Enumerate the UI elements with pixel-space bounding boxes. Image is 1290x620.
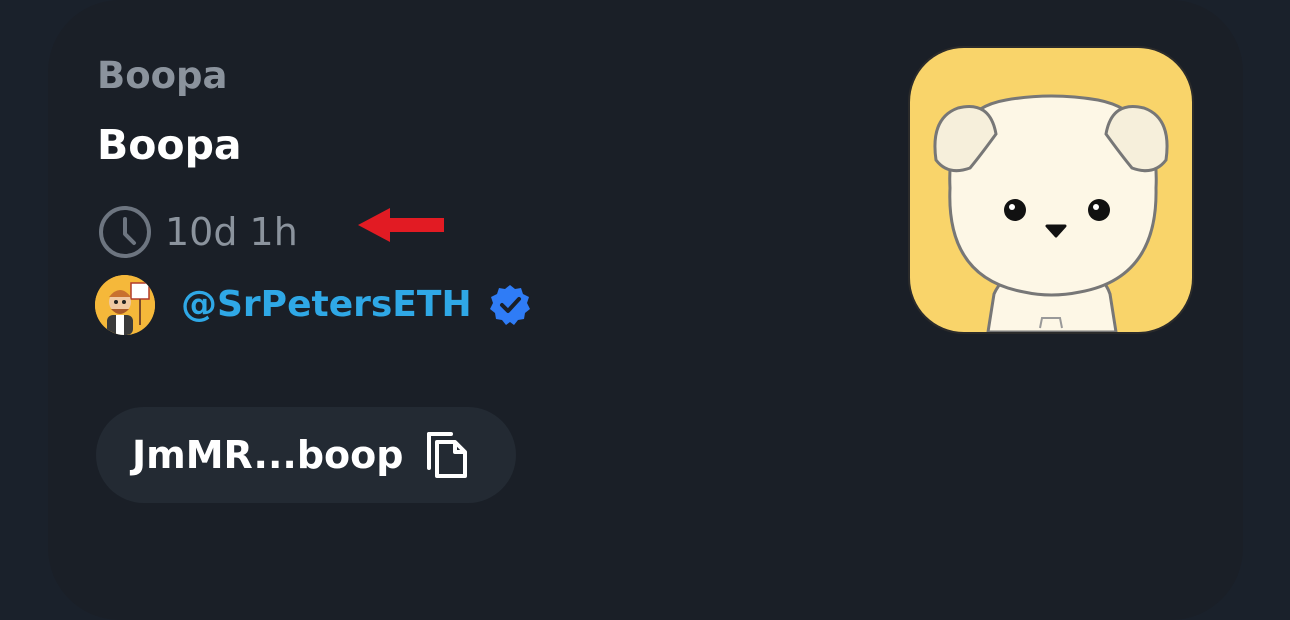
age-value: 10d 1h (165, 210, 298, 254)
red-arrow-icon (358, 208, 444, 242)
creator-handle[interactable]: @SrPetersETH (181, 280, 472, 330)
token-address: JmMR...boop (132, 433, 404, 477)
token-image (908, 46, 1194, 334)
token-name: Boopa (97, 121, 242, 169)
creator-row: @SrPetersETH (95, 274, 532, 336)
copy-address-button[interactable]: JmMR...boop (96, 407, 516, 503)
puppy-logo-icon (910, 48, 1192, 332)
clock-icon (99, 206, 151, 258)
creator-avatar[interactable] (95, 275, 155, 335)
verified-badge-icon (489, 285, 530, 325)
copy-icon[interactable] (423, 428, 471, 482)
token-ticker: Boopa (97, 54, 228, 97)
token-age: 10d 1h (97, 204, 298, 260)
